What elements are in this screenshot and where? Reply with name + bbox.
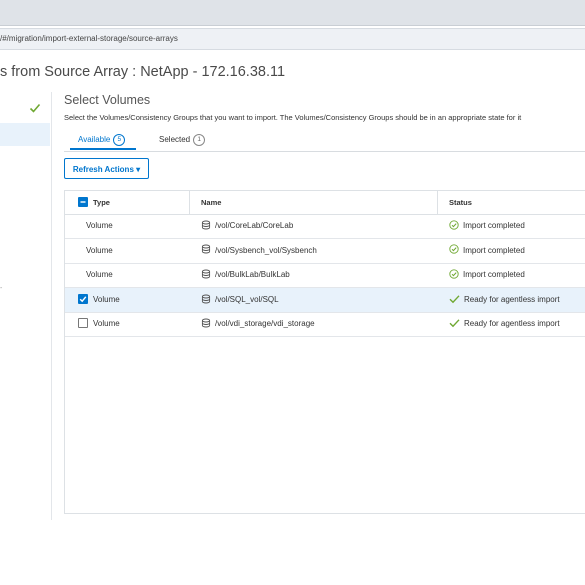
volumes-table: Type Name Status Volume/vol/CoreLab/Core…	[64, 190, 585, 514]
row-type: Volume	[86, 270, 113, 280]
row-name-cell: /vol/vdi_storage/vdi_storage	[201, 312, 315, 336]
column-status-label: Status	[449, 198, 472, 207]
row-checkbox[interactable]	[78, 293, 88, 304]
tab-available-label: Available	[78, 135, 111, 145]
row-status-cell: Import completed	[449, 239, 525, 263]
check-circle-icon	[449, 244, 459, 255]
row-type: Volume	[86, 221, 113, 230]
row-type: Volume	[93, 319, 120, 329]
row-name-cell: /vol/SQL_vol/SQL	[201, 288, 279, 312]
row-type: Volume	[93, 294, 120, 304]
database-icon	[201, 269, 211, 279]
volume-tabs: Available 5 Selected 1	[64, 131, 585, 152]
table-row[interactable]: Volume/vol/vdi_storage/vdi_storage Ready …	[65, 312, 585, 338]
section-description: Select the Volumes/Consistency Groups th…	[64, 113, 522, 122]
column-type-label: Type	[93, 198, 110, 207]
database-icon	[201, 245, 211, 254]
tab-available[interactable]: Available 5	[78, 134, 126, 146]
row-status: Ready for agentless import	[464, 294, 560, 304]
row-status-cell: Ready for agentless import	[449, 312, 560, 336]
tab-available-count: 5	[113, 134, 126, 146]
select-all-checkbox[interactable]	[78, 197, 88, 207]
row-name[interactable]: /vol/BulkLab/BulkLab	[215, 270, 290, 279]
row-status: Import completed	[463, 221, 525, 230]
row-name-cell: /vol/Sysbench_vol/Sysbench	[201, 239, 317, 263]
tab-selected-label: Selected	[159, 135, 191, 145]
column-type-header[interactable]: Type	[65, 191, 190, 214]
database-icon	[201, 318, 211, 328]
row-status: Import completed	[463, 270, 525, 280]
row-checkbox[interactable]	[78, 318, 88, 329]
check-circle-icon	[449, 220, 459, 230]
section-title: Select Volumes	[64, 93, 151, 107]
table-row[interactable]: Volume/vol/CoreLab/CoreLab Import complet…	[65, 214, 585, 239]
table-header: Type Name Status	[65, 191, 585, 215]
wizard-step-active[interactable]	[0, 123, 50, 146]
row-status-cell: Import completed	[449, 214, 525, 238]
database-icon	[201, 294, 211, 304]
minus-icon	[80, 201, 86, 203]
checkmark-icon	[79, 296, 87, 303]
page-title: s from Source Array : NetApp - 172.16.38…	[0, 64, 286, 80]
table-row[interactable]: Volume/vol/BulkLab/BulkLab Import complet…	[65, 263, 585, 289]
check-icon	[449, 319, 460, 328]
row-name[interactable]: /vol/SQL_vol/SQL	[215, 295, 279, 304]
row-name[interactable]: /vol/CoreLab/CoreLab	[215, 221, 293, 230]
address-url: /#/migration/import-external-storage/sou…	[0, 34, 178, 43]
wizard-step-label-faded: -	[0, 285, 3, 292]
tab-active-indicator	[70, 148, 136, 150]
row-status-cell: Import completed	[449, 263, 525, 287]
address-bar[interactable]: /#/migration/import-external-storage/sou…	[0, 28, 585, 50]
row-type: Volume	[86, 245, 113, 255]
row-name[interactable]: /vol/Sysbench_vol/Sysbench	[215, 246, 317, 255]
row-name-cell: /vol/CoreLab/CoreLab	[201, 214, 293, 238]
row-name[interactable]: /vol/vdi_storage/vdi_storage	[215, 319, 315, 328]
database-icon	[201, 220, 211, 230]
tab-selected-count: 1	[193, 134, 206, 146]
tab-selected[interactable]: Selected 1	[159, 134, 206, 146]
row-status: Ready for agentless import	[464, 319, 560, 329]
row-name-cell: /vol/BulkLab/BulkLab	[201, 263, 290, 287]
row-status-cell: Ready for agentless import	[449, 288, 560, 312]
check-circle-icon	[449, 269, 459, 279]
check-icon	[29, 103, 41, 113]
refresh-actions-button[interactable]: Refresh Actions ▾	[64, 158, 149, 179]
column-name-label: Name	[201, 198, 222, 207]
table-row[interactable]: Volume/vol/SQL_vol/SQL Ready for agentles…	[65, 287, 585, 313]
column-name-header[interactable]: Name	[190, 191, 438, 214]
table-row[interactable]: Volume/vol/Sysbench_vol/Sysbench Import c…	[65, 239, 585, 264]
check-icon	[449, 295, 460, 303]
row-status: Import completed	[463, 245, 525, 255]
wizard-divider	[51, 92, 52, 520]
browser-top-bar	[0, 0, 585, 26]
